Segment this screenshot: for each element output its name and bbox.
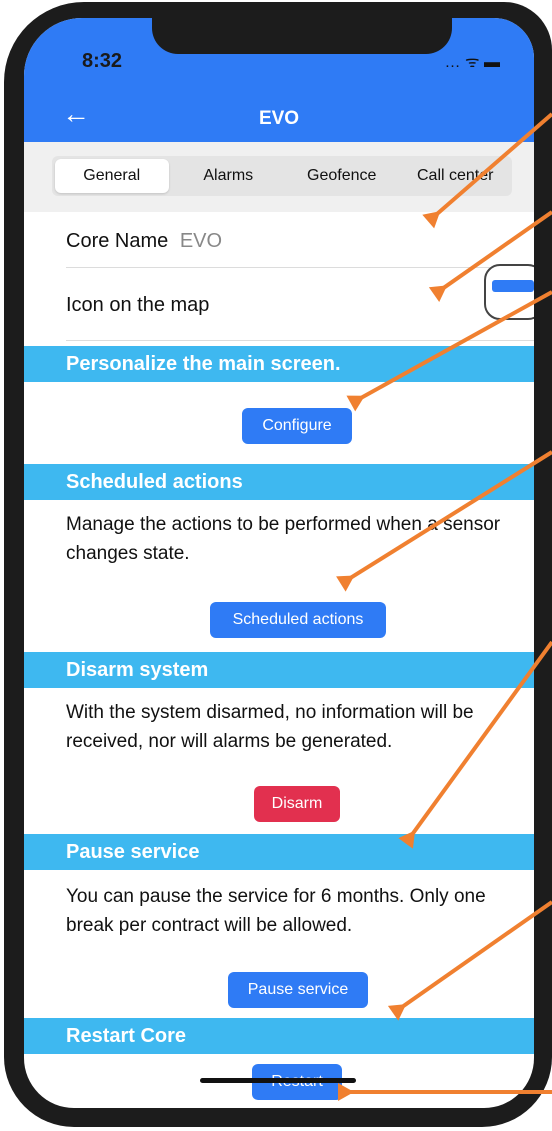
- scheduled-description: Manage the actions to be performed when …: [66, 514, 501, 564]
- home-indicator: [200, 1078, 356, 1083]
- page-title: EVO: [258, 108, 300, 129]
- section-title: Restart Core: [66, 1024, 187, 1047]
- section-title: Pause service: [66, 840, 200, 863]
- scheduled-actions-button[interactable]: Scheduled actions: [210, 602, 386, 638]
- section-pause: Pause service: [24, 834, 534, 870]
- section-personalize: Personalize the main screen.: [24, 346, 534, 382]
- status-icons: … ᯤ ▬: [444, 54, 501, 71]
- disarm-description: With the system disarmed, no information…: [66, 702, 474, 752]
- icon-on-map-label: Icon on the map: [66, 294, 210, 316]
- status-time: 8:32: [82, 50, 123, 72]
- section-title: Personalize the main screen.: [66, 352, 341, 375]
- section-title: Scheduled actions: [66, 470, 243, 493]
- app-screen: 8:32 … ᯤ ▬ ← EVO General Alarms Geofence…: [24, 18, 534, 1108]
- section-scheduled: Scheduled actions: [24, 464, 534, 500]
- configure-button[interactable]: Configure: [242, 408, 352, 444]
- core-name-label: Core Name: [66, 230, 169, 252]
- annotation-arrow: [342, 1090, 552, 1094]
- core-name-row[interactable]: Core Name EVO: [66, 230, 222, 253]
- section-title: Disarm system: [66, 658, 209, 681]
- pause-service-button[interactable]: Pause service: [228, 972, 368, 1008]
- pause-description: You can pause the service for 6 months. …: [66, 886, 486, 936]
- tab-geofence[interactable]: Geofence: [285, 156, 399, 196]
- notch: [152, 18, 452, 54]
- tab-general[interactable]: General: [55, 159, 169, 193]
- section-restart: Restart Core: [24, 1018, 534, 1054]
- segmented-tabs: General Alarms Geofence Call center: [52, 156, 512, 196]
- divider: [66, 267, 534, 268]
- tab-alarms[interactable]: Alarms: [172, 156, 286, 196]
- core-name-value[interactable]: EVO: [180, 230, 222, 252]
- map-marker-icon[interactable]: [484, 264, 534, 320]
- disarm-button[interactable]: Disarm: [254, 786, 340, 822]
- tab-bar-area: General Alarms Geofence Call center: [24, 142, 534, 212]
- section-disarm: Disarm system: [24, 652, 534, 688]
